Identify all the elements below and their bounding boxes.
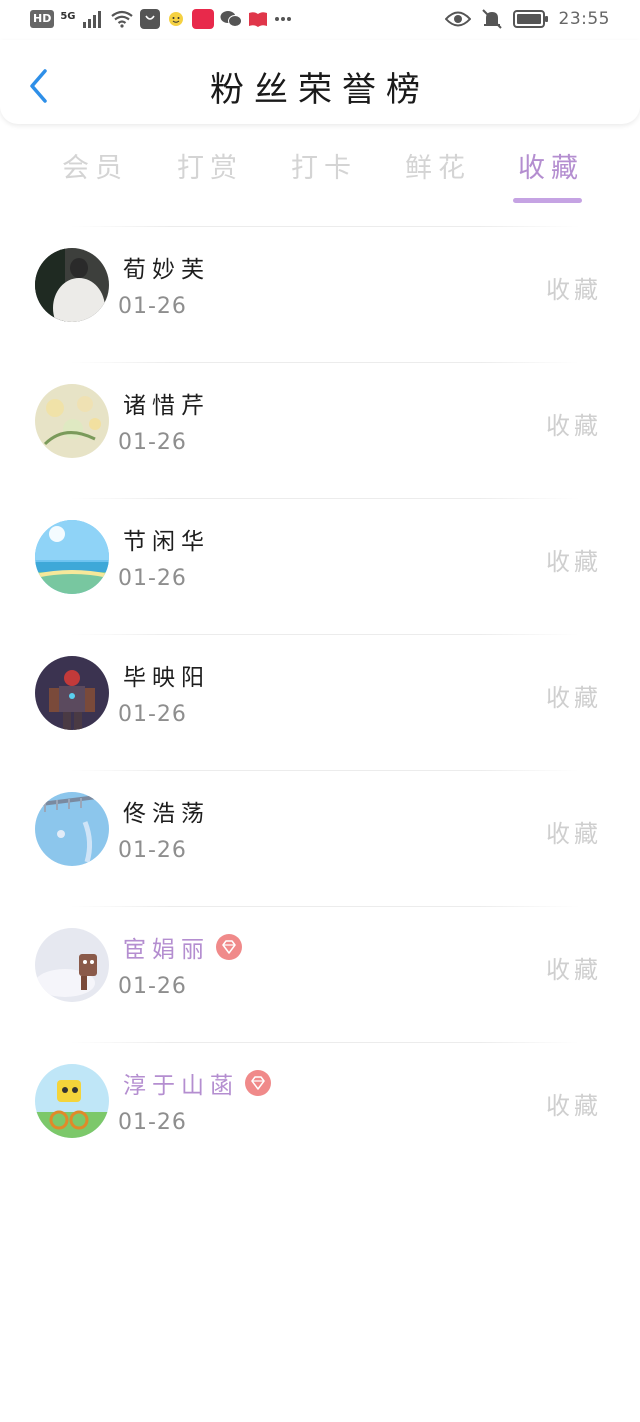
diamond-icon [245,1070,271,1096]
app-header: 粉丝荣誉榜 [0,40,640,124]
page-title: 粉丝荣誉榜 [210,70,430,110]
action-label: 收藏 [546,276,602,304]
fan-date: 01-26 [118,974,187,999]
fan-list: 荀妙芙 01-26 收藏 诸惜芹 01-26 收藏 节闲华 01-26 收藏 毕… [0,226,640,1178]
avatar [35,928,109,1002]
action-label: 收藏 [546,820,602,848]
battery-icon [512,10,548,28]
wechat-icon [220,11,242,27]
status-right-icons: 23:55 [444,9,611,29]
bag-app-icon [139,9,160,29]
tab-favorites[interactable]: 收藏 [518,146,584,185]
tab-checkin[interactable]: 打卡 [291,146,357,185]
fan-date: 01-26 [118,430,187,455]
avatar [35,1064,109,1138]
fan-date: 01-26 [118,838,187,863]
list-item[interactable]: 荀妙芙 01-26 收藏 [0,226,640,362]
tab-reward[interactable]: 打赏 [177,146,243,185]
list-item[interactable]: 淳于山菡 01-26 收藏 [0,1042,640,1178]
fan-name: 荀妙芙 [123,257,210,283]
fan-date: 01-26 [118,1110,187,1135]
mute-bell-icon [481,9,502,29]
fan-name-text: 宦娟丽 [123,937,210,963]
status-left-icons: HD 5G [30,9,292,29]
action-label: 收藏 [546,1092,602,1120]
smile-app-icon [165,9,186,29]
fan-name: 诸惜芹 [123,393,210,419]
action-label: 收藏 [546,548,602,576]
action-label: 收藏 [546,412,602,440]
fan-name: 毕映阳 [123,665,210,691]
list-item[interactable]: 宦娟丽 01-26 收藏 [0,906,640,1042]
tab-bar: 会员 打赏 打卡 鲜花 收藏 [0,140,640,210]
avatar [35,792,109,866]
avatar [35,520,109,594]
list-item[interactable]: 诸惜芹 01-26 收藏 [0,362,640,498]
signal-icon [82,11,101,28]
avatar [35,656,109,730]
eye-icon [444,11,471,27]
wifi-icon [110,10,133,28]
action-label: 收藏 [546,956,602,984]
fan-date: 01-26 [118,702,187,727]
diamond-icon [216,934,242,960]
book-app-icon [248,12,267,27]
avatar [35,248,109,322]
action-label: 收藏 [546,684,602,712]
status-bar: HD 5G 23:55 [0,0,640,40]
red-app-icon [191,9,214,29]
fan-name: 节闲华 [123,529,210,555]
fan-name: 佟浩荡 [123,801,210,827]
fan-name: 宦娟丽 [123,930,242,964]
fan-date: 01-26 [118,566,187,591]
fan-name: 淳于山菡 [123,1066,271,1100]
fan-name-text: 淳于山菡 [123,1073,239,1099]
clock: 23:55 [558,9,610,29]
fan-date: 01-26 [118,294,187,319]
list-item[interactable]: 毕映阳 01-26 收藏 [0,634,640,770]
network-type: 5G [60,10,76,22]
hd-icon: HD [30,10,55,28]
active-tab-indicator [513,198,582,203]
tab-flowers[interactable]: 鲜花 [405,146,471,185]
list-item[interactable]: 节闲华 01-26 收藏 [0,498,640,634]
tab-member[interactable]: 会员 [62,146,128,185]
list-item[interactable]: 佟浩荡 01-26 收藏 [0,770,640,906]
more-icon [274,17,291,21]
avatar [35,384,109,458]
